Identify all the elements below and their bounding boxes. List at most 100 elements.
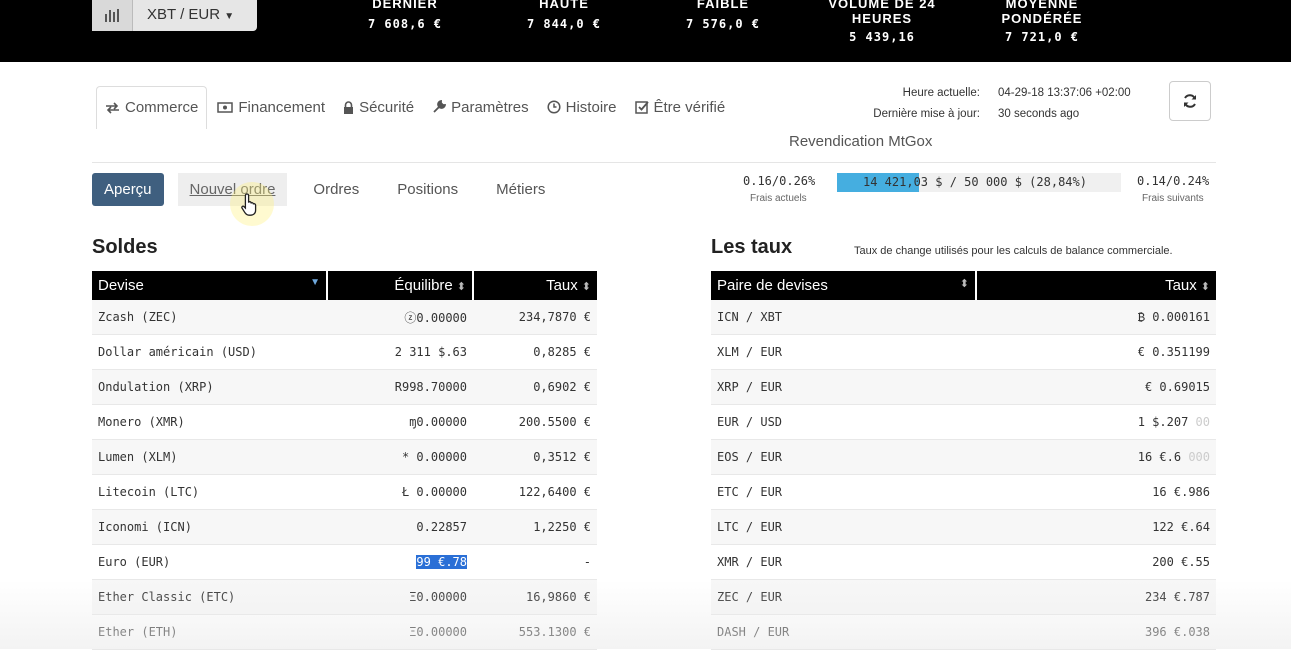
current-time-label: Heure actuelle: (902, 86, 980, 99)
rate-value: 1 $.207 (1137, 415, 1189, 429)
balance-value: 2 311 $.63 (394, 345, 467, 359)
table-row: Ondulation (XRP) R998.70000 0,6902 € (92, 369, 597, 405)
mouse-cursor-highlight (230, 182, 274, 226)
stat-value: 7 576,0 € (685, 17, 761, 31)
pair-selector-button[interactable]: XBT / EUR ▼ (92, 0, 257, 31)
table-row: Dollar américain (USD) 2 311 $.63 0,8285 € (92, 334, 597, 370)
tab-etre-verifie[interactable]: Être vérifié (627, 86, 734, 128)
tab-commerce[interactable]: Commerce (96, 85, 208, 129)
subtab-apercu[interactable]: Aperçu (92, 172, 164, 206)
balance-cell: ɱ0.00000 (327, 404, 473, 440)
main-nav: Commerce Financement Sécurité Paramètres… (96, 85, 735, 129)
sort-desc-icon: ▼ (310, 277, 320, 288)
balance-value: * 0.00000 (401, 450, 467, 464)
sort-icon: ⬍ (959, 278, 969, 290)
rate-value: 200 €.55 (1152, 555, 1210, 569)
stat-value: 5 439,16 (849, 30, 915, 44)
stat-last: DERNIER 7 608,6 € (360, 0, 450, 31)
pair-cell: XRP / EUR (711, 369, 976, 405)
stat-high: HAUTE 7 844,0 € (519, 0, 609, 31)
tab-label: Être vérifié (653, 98, 726, 116)
rate-cell: 0,8285 € (473, 334, 597, 370)
check-square-icon (634, 101, 649, 114)
currency-cell: Ether (ETH) (92, 614, 327, 650)
tab-label: Paramètres (451, 98, 529, 116)
stat-label: HAUTE (539, 0, 589, 11)
hand-pointer-icon (241, 193, 257, 216)
currency-cell: Lumen (XLM) (92, 439, 327, 475)
balance-value: R998.70000 (394, 380, 467, 394)
tab-histoire[interactable]: Histoire (539, 86, 625, 128)
rate-value: 16 €.986 (1152, 485, 1210, 499)
balances-table: Devise ▼ Équilibre ⬍ Taux ⬍ Zcash (ZEC) ⓩ0.0… (92, 271, 597, 650)
refresh-button[interactable] (1169, 81, 1211, 121)
rate-cell: - (473, 544, 597, 580)
stat-weighted-average: MOYENNE PONDÉRÉE 7 721,0 € (972, 0, 1112, 44)
current-time-value: 04-29-18 13:37:06 +02:00 (998, 86, 1131, 99)
rate-cell: 200.5500 € (473, 404, 597, 440)
pair-cell: ZEC / EUR (711, 579, 976, 615)
column-header-paire[interactable]: Paire de devises ⬍ (711, 271, 977, 300)
exchange-icon (106, 101, 119, 114)
mtgox-claim-link[interactable]: Revendication MtGox (789, 133, 932, 150)
fee-tier-panel: 0.16/0.26% Frais actuels 14 421,03 $ / 5… (720, 172, 1216, 208)
tab-securite[interactable]: Sécurité (335, 86, 422, 128)
caret-down-icon: ▼ (224, 11, 235, 22)
balances-title: Soldes (92, 236, 158, 258)
balance-cell: Ξ0.00000 (327, 614, 473, 650)
rate-value: ₿ 0.000161 (1137, 309, 1210, 324)
table-row: ETC / EUR 16 €.986 (711, 474, 1216, 510)
stat-label: FAIBLE (696, 0, 750, 11)
rate-cell: 122,6400 € (473, 474, 597, 510)
balance-value: 0.22857 (416, 520, 467, 534)
rate-cell: 16 €.986 (976, 474, 1216, 510)
rate-cell: 200 €.55 (976, 544, 1216, 580)
tab-financement[interactable]: Financement (209, 86, 333, 128)
rate-cell: 16,9860 € (473, 579, 597, 615)
table-row: EUR / USD 1 $.207 00 (711, 404, 1216, 440)
rate-value: 234 €.787 (1144, 590, 1210, 604)
table-row: EOS / EUR 16 €.6 000 (711, 439, 1216, 475)
table-row: Zcash (ZEC) ⓩ0.00000 234,7870 € (92, 300, 597, 335)
current-fees-value: 0.16/0.26% (743, 174, 816, 188)
balance-value: ⓩ0.00000 (404, 310, 467, 325)
subtab-ordres[interactable]: Ordres (301, 173, 371, 206)
table-row: ZEC / EUR 234 €.787 (711, 579, 1216, 615)
subtab-metiers[interactable]: Métiers (484, 173, 557, 206)
balance-value: 99 €.78 (416, 555, 467, 569)
rate-cell: € 0.351199 (976, 334, 1216, 370)
pair-cell: EOS / EUR (711, 439, 976, 475)
stat-value: 7 721,0 € (1004, 30, 1080, 44)
stat-volume: VOLUME DE 24 HEURES 5 439,16 (812, 0, 952, 44)
column-header-equilibre[interactable]: Équilibre ⬍ (327, 271, 474, 300)
balance-cell: R998.70000 (327, 369, 473, 405)
currency-cell: Euro (EUR) (92, 544, 327, 580)
currency-cell: Monero (XMR) (92, 404, 327, 440)
sub-tabs: Aperçu Nouvel ordre Ordres Positions Mét… (92, 172, 571, 206)
balance-cell: 2 311 $.63 (327, 334, 473, 370)
stat-value: 7 844,0 € (526, 17, 602, 31)
rate-cell: 396 €.038 (976, 614, 1216, 650)
rate-value: € 0.69015 (1144, 380, 1210, 394)
currency-cell: Dollar américain (USD) (92, 334, 327, 370)
ticker-bar: XBT / EUR ▼ DERNIER 7 608,6 € HAUTE 7 84… (0, 0, 1291, 62)
currency-cell: Litecoin (LTC) (92, 474, 327, 510)
stat-value: 7 608,6 € (367, 17, 443, 31)
pair-cell: XMR / EUR (711, 544, 976, 580)
subtab-positions[interactable]: Positions (385, 173, 470, 206)
fee-progress-bar: 14 421,03 $ / 50 000 $ (28,84%) (837, 173, 1121, 192)
tab-parametres[interactable]: Paramètres (424, 86, 537, 128)
pair-cell: ETC / EUR (711, 474, 976, 510)
clock-icon (547, 100, 561, 114)
column-header-devise[interactable]: Devise ▼ (92, 271, 328, 300)
bar-chart-icon[interactable] (92, 0, 133, 31)
refresh-icon (1184, 94, 1196, 108)
column-header-taux[interactable]: Taux ⬍ (976, 271, 1216, 300)
pair-label: XBT / EUR ▼ (147, 6, 235, 23)
lock-icon (344, 100, 354, 114)
table-row: Litecoin (LTC) Ł 0.00000 122,6400 € (92, 474, 597, 510)
column-header-taux[interactable]: Taux ⬍ (473, 271, 597, 300)
currency-cell: Iconomi (ICN) (92, 509, 327, 545)
balance-cell: 0.22857 (327, 509, 473, 545)
table-row: Ether (ETH) Ξ0.00000 553.1300 € (92, 614, 597, 650)
